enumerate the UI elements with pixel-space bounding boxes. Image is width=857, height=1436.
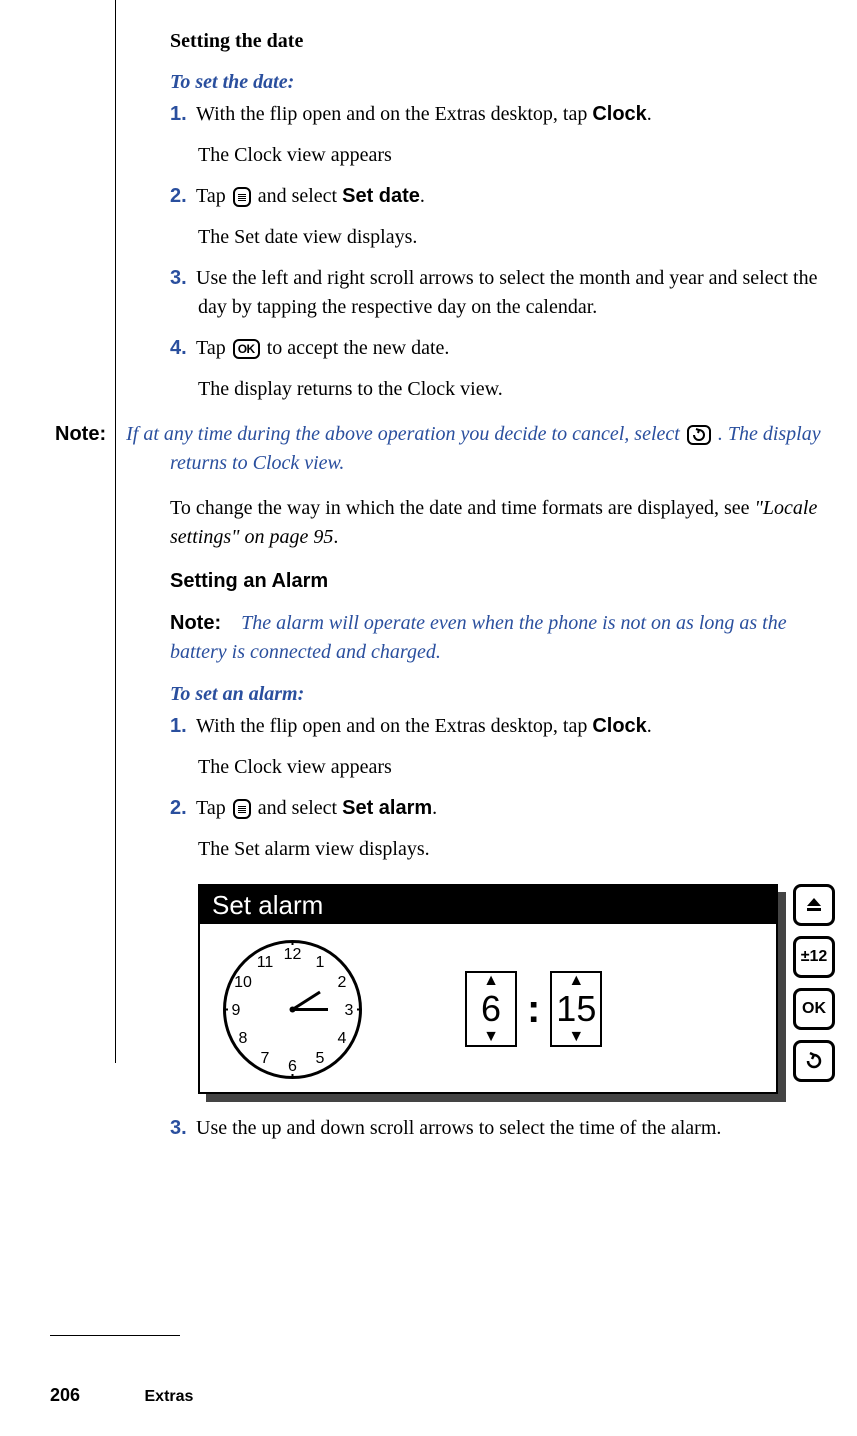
time-colon: : (527, 987, 540, 1032)
date-step-1-result: The Clock view appears (198, 141, 827, 170)
note-label: Note: (55, 423, 106, 445)
step-number: 3. (170, 264, 196, 293)
minute-spinner[interactable]: ▲ 15 ▼ (550, 971, 602, 1047)
svg-text:4: 4 (338, 1030, 347, 1047)
para-text: . (333, 526, 338, 548)
date-step-2-result: The Set date view displays. (198, 223, 827, 252)
minute-value: 15 (556, 989, 596, 1029)
date-step-1: 1.With the flip open and on the Extras d… (198, 100, 827, 129)
hour-spinner[interactable]: ▲ 6 ▼ (465, 971, 517, 1047)
note-alarm-operates: Note: The alarm will operate even when t… (170, 609, 827, 667)
menu-icon (233, 799, 251, 819)
date-step-2: 2.Tap and select Set date. (198, 182, 827, 211)
alarm-step-2: 2.Tap and select Set alarm. (198, 794, 827, 823)
section-title: Setting the date (170, 30, 827, 53)
step-text: Use the left and right scroll arrows to … (196, 267, 817, 318)
step-number: 1. (170, 712, 196, 741)
down-arrow-icon[interactable]: ▼ (568, 1029, 584, 1045)
svg-text:9: 9 (232, 1002, 241, 1019)
svg-text:12: 12 (284, 946, 302, 963)
up-arrow-icon[interactable]: ▲ (568, 973, 584, 989)
page-number: 206 (50, 1385, 80, 1405)
svg-text:7: 7 (261, 1050, 270, 1067)
svg-text:5: 5 (316, 1050, 325, 1067)
step-number: 2. (170, 794, 196, 823)
step-text: . (647, 715, 652, 737)
step-text: Tap (196, 337, 231, 359)
to-set-alarm-heading: To set an alarm: (170, 683, 827, 706)
screenshot-window: Set alarm 12 1 2 3 4 5 6 (198, 884, 778, 1094)
side-button-column: ±12 OK (793, 884, 835, 1092)
step-number: 4. (170, 334, 196, 363)
date-step-3: 3.Use the left and right scroll arrows t… (198, 264, 827, 322)
step-number: 2. (170, 182, 196, 211)
down-arrow-icon[interactable]: ▼ (483, 1029, 499, 1045)
step-text: With the flip open and on the Extras des… (196, 715, 592, 737)
step-text: and select (253, 185, 342, 207)
step-text: Tap (196, 185, 231, 207)
left-margin-rule (115, 0, 116, 1063)
step-text: Use the up and down scroll arrows to sel… (196, 1117, 721, 1139)
step-number: 3. (170, 1114, 196, 1143)
alarm-step-2-result: The Set alarm view displays. (198, 835, 827, 864)
time-spinner-group: ▲ 6 ▼ : ▲ 15 ▼ (465, 971, 602, 1047)
step-text: . (420, 185, 425, 207)
clock-label: Clock (592, 103, 646, 125)
menu-icon (233, 187, 251, 207)
page-content: Setting the date To set the date: 1.With… (170, 30, 837, 1143)
note-text: The alarm will operate even when the pho… (170, 612, 787, 663)
page-footer: 206 Extras (50, 1385, 193, 1406)
alarm-step-3: 3.Use the up and down scroll arrows to s… (198, 1114, 827, 1143)
up-arrow-icon[interactable]: ▲ (483, 973, 499, 989)
screenshot-titlebar: Set alarm (200, 886, 776, 924)
note-label: Note: (170, 612, 221, 634)
svg-text:11: 11 (257, 954, 274, 971)
svg-text:3: 3 (345, 1002, 354, 1019)
back-icon (687, 425, 711, 445)
svg-text:10: 10 (234, 974, 252, 991)
note-text: If at any time during the above operatio… (126, 423, 685, 445)
change-format-para: To change the way in which the date and … (170, 494, 827, 552)
svg-text:6: 6 (288, 1058, 297, 1075)
para-text: To change the way in which the date and … (170, 497, 755, 519)
ok-icon: OK (233, 339, 260, 359)
svg-text:2: 2 (338, 974, 347, 991)
set-alarm-screenshot: Set alarm 12 1 2 3 4 5 6 (198, 884, 838, 1094)
screenshot-body: 12 1 2 3 4 5 6 7 8 9 10 (200, 924, 776, 1094)
clock-label: Clock (592, 715, 646, 737)
svg-text:8: 8 (239, 1030, 248, 1047)
set-alarm-label: Set alarm (342, 797, 432, 819)
scroll-up-button[interactable] (793, 884, 835, 926)
clock-face: 12 1 2 3 4 5 6 7 8 9 10 (220, 937, 365, 1082)
svg-text:1: 1 (316, 954, 325, 971)
date-step-4: 4.Tap OK to accept the new date. (198, 334, 827, 363)
step-text: to accept the new date. (262, 337, 450, 359)
set-date-label: Set date (342, 185, 420, 207)
note-cancel: Note: If at any time during the above op… (50, 420, 827, 478)
ok-button[interactable]: OK (793, 988, 835, 1030)
date-step-4-result: The display returns to the Clock view. (198, 375, 827, 404)
step-text: . (432, 797, 437, 819)
to-set-date-heading: To set the date: (170, 71, 827, 94)
alarm-step-1: 1.With the flip open and on the Extras d… (198, 712, 827, 741)
toggle-12-button[interactable]: ±12 (793, 936, 835, 978)
footer-section: Extras (145, 1388, 194, 1405)
hour-value: 6 (481, 989, 501, 1029)
alarm-step-1-result: The Clock view appears (198, 753, 827, 782)
step-text: and select (253, 797, 342, 819)
bottom-margin-rule (50, 1335, 180, 1336)
back-button[interactable] (793, 1040, 835, 1082)
step-text: . (647, 103, 652, 125)
step-number: 1. (170, 100, 196, 129)
step-text: Tap (196, 797, 231, 819)
section-setting-alarm: Setting an Alarm (170, 570, 827, 593)
step-text: With the flip open and on the Extras des… (196, 103, 592, 125)
